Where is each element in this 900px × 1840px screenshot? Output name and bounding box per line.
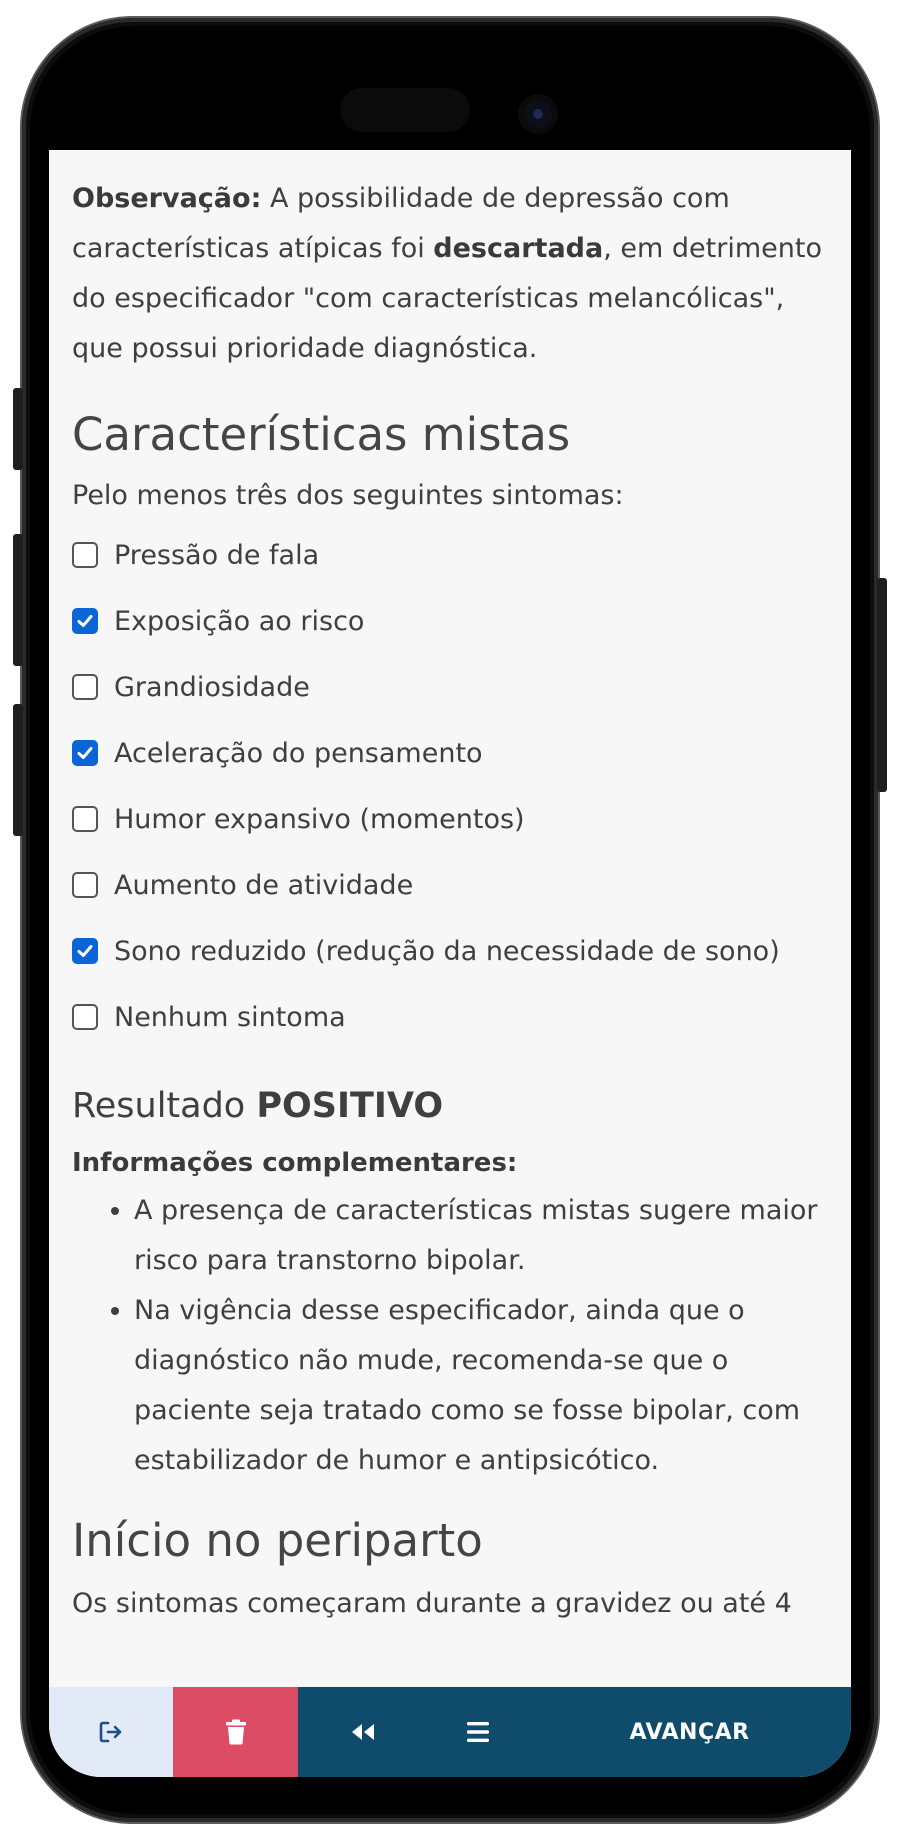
result-value: POSITIVO <box>256 1086 444 1126</box>
symptom-label: Aumento de atividade <box>114 869 414 901</box>
app-screen: Observação: A possibilidade de depressão… <box>49 150 851 1777</box>
checkbox-0[interactable] <box>72 542 98 568</box>
menu-icon <box>467 1722 489 1742</box>
phone-button-mute <box>13 388 23 470</box>
info-list: A presença de características mistas sug… <box>72 1186 828 1486</box>
checkbox-7[interactable] <box>72 1004 98 1030</box>
symptom-label: Sono reduzido (redução da necessidade de… <box>114 935 780 967</box>
camera-icon <box>518 94 558 134</box>
peripartum-text: Os sintomas começaram durante a gravidez… <box>72 1588 792 1619</box>
navigation-group: AVANÇAR <box>298 1687 851 1777</box>
phone-button-volume-down <box>13 704 23 836</box>
symptom-option[interactable]: Pressão de fala <box>72 522 828 588</box>
observation-emphasis: descartada <box>433 233 604 264</box>
symptom-option[interactable]: Sono reduzido (redução da necessidade de… <box>72 918 828 984</box>
symptom-label: Exposição ao risco <box>114 605 365 637</box>
symptom-label: Humor expansivo (momentos) <box>114 803 525 835</box>
back-button[interactable] <box>298 1722 428 1742</box>
info-label: Informações complementares: <box>72 1148 518 1178</box>
checkbox-1[interactable] <box>72 608 98 634</box>
checkbox-6[interactable] <box>72 938 98 964</box>
result-prefix: Resultado <box>72 1086 257 1126</box>
checkbox-5[interactable] <box>72 872 98 898</box>
symptom-option[interactable]: Humor expansivo (momentos) <box>72 786 828 852</box>
symptom-option[interactable]: Exposição ao risco <box>72 588 828 654</box>
delete-button[interactable] <box>173 1687 298 1777</box>
mixed-features-lead: Pelo menos três dos seguintes sintomas: <box>72 480 624 511</box>
symptom-checklist: Pressão de fala Exposição ao risco Grand… <box>72 522 828 1050</box>
checkbox-4[interactable] <box>72 806 98 832</box>
check-icon <box>77 615 93 627</box>
info-item: A presença de características mistas sug… <box>134 1186 828 1286</box>
check-icon <box>77 747 93 759</box>
mixed-features-title: Características mistas <box>72 408 571 461</box>
check-icon <box>77 945 93 957</box>
menu-button[interactable] <box>428 1721 528 1743</box>
symptom-option[interactable]: Aumento de atividade <box>72 852 828 918</box>
bottom-action-bar: AVANÇAR <box>49 1687 851 1777</box>
checkbox-3[interactable] <box>72 740 98 766</box>
symptom-label: Grandiosidade <box>114 671 310 703</box>
peripartum-title: Início no periparto <box>72 1514 483 1567</box>
sign-out-icon <box>99 1721 122 1743</box>
symptom-option[interactable]: Aceleração do pensamento <box>72 720 828 786</box>
checkbox-2[interactable] <box>72 674 98 700</box>
backward-icon <box>352 1724 374 1740</box>
observation-paragraph: Observação: A possibilidade de depressão… <box>72 174 828 374</box>
content-area: Observação: A possibilidade de depressão… <box>49 150 851 1626</box>
symptom-label: Aceleração do pensamento <box>114 737 483 769</box>
symptom-label: Nenhum sintoma <box>114 1001 346 1033</box>
trash-icon <box>225 1719 246 1745</box>
dynamic-island <box>340 88 470 132</box>
result-heading: Resultado POSITIVO <box>72 1086 828 1126</box>
symptom-option[interactable]: Nenhum sintoma <box>72 984 828 1050</box>
observation-label: Observação: <box>72 183 262 214</box>
info-item: Na vigência desse especificador, ainda q… <box>134 1286 828 1486</box>
next-button[interactable]: AVANÇAR <box>528 1720 851 1745</box>
symptom-option[interactable]: Grandiosidade <box>72 654 828 720</box>
exit-button[interactable] <box>49 1687 173 1777</box>
phone-button-power <box>877 578 887 792</box>
symptom-label: Pressão de fala <box>114 539 320 571</box>
phone-button-volume-up <box>13 534 23 666</box>
